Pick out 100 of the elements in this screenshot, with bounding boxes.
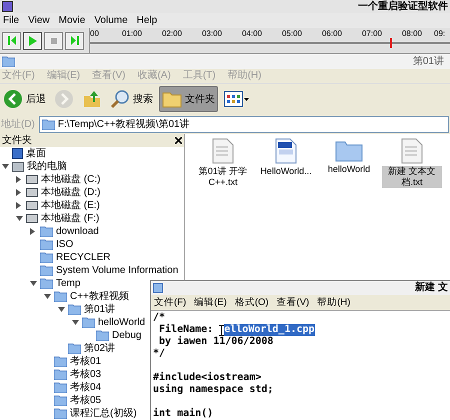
folder-icon bbox=[40, 226, 53, 237]
code-line: using namespace std; bbox=[153, 384, 274, 396]
tree-item[interactable]: 本地磁盘 (F:) bbox=[41, 214, 100, 224]
tree-item[interactable]: 我的电脑 bbox=[27, 162, 67, 172]
window-title: 第01讲 bbox=[412, 56, 444, 66]
drive-icon bbox=[26, 201, 38, 210]
time-tick-label: 06:00 bbox=[320, 30, 344, 38]
expanded-arrow-icon[interactable] bbox=[58, 307, 65, 312]
file-label[interactable]: helloWorld bbox=[326, 164, 372, 175]
text-file-icon bbox=[212, 138, 234, 164]
tree-item[interactable]: 第02讲 bbox=[84, 344, 116, 354]
time-tick-label: 02:00 bbox=[160, 30, 184, 38]
expanded-arrow-icon[interactable] bbox=[72, 320, 79, 325]
time-tick-label: 08:00 bbox=[400, 30, 424, 38]
folder-icon bbox=[54, 369, 67, 380]
address-field[interactable]: F:\Temp\C++教程视频\第01讲 bbox=[38, 116, 449, 132]
folder-icon bbox=[42, 118, 55, 130]
time-tick-label: 07:00 bbox=[360, 30, 384, 38]
skip-back-icon bbox=[8, 36, 16, 45]
menu-item[interactable]: 帮助(H) bbox=[317, 298, 350, 308]
desktop-icon bbox=[12, 148, 23, 159]
expanded-arrow-icon[interactable] bbox=[30, 281, 37, 286]
time-tick-label: 03:00 bbox=[200, 30, 224, 38]
tree-item[interactable]: 本地磁盘 (E:) bbox=[41, 200, 100, 210]
time-tick-label: 09: bbox=[433, 30, 446, 38]
tree-item[interactable]: 本地磁盘 (C:) bbox=[41, 174, 100, 184]
collapsed-arrow-icon[interactable] bbox=[30, 228, 35, 235]
playhead-marker[interactable] bbox=[390, 38, 392, 48]
folder-icon bbox=[40, 278, 53, 289]
menu-item[interactable]: 查看(V) bbox=[276, 298, 310, 308]
drive-icon bbox=[26, 175, 38, 184]
code-line: */ bbox=[153, 348, 166, 360]
folder-icon bbox=[40, 252, 53, 263]
menu-item[interactable]: 格式(O) bbox=[234, 298, 269, 308]
computer-icon bbox=[12, 162, 24, 172]
tree-item[interactable]: System Volume Information bbox=[56, 266, 178, 276]
stop-button[interactable] bbox=[44, 32, 63, 50]
expanded-arrow-icon[interactable] bbox=[2, 164, 9, 169]
folder-icon bbox=[54, 382, 67, 393]
folder-icon bbox=[54, 395, 67, 406]
tree-item[interactable]: 考核03 bbox=[70, 370, 102, 380]
code-line: int main() bbox=[153, 408, 214, 420]
file-label[interactable]: 第01讲 开学C++.txt bbox=[193, 166, 253, 188]
stop-icon bbox=[50, 38, 56, 44]
tree-item[interactable]: helloWorld bbox=[98, 318, 146, 328]
tree-item[interactable]: 桌面 bbox=[26, 148, 46, 158]
code-line: by iawen 11/06/2008 bbox=[158, 336, 274, 348]
app-icon bbox=[2, 1, 13, 12]
tree-item[interactable]: download bbox=[56, 226, 99, 236]
folder-icon bbox=[68, 343, 81, 354]
window-title: 一个重启验证型软件 bbox=[358, 2, 448, 12]
text-file-icon bbox=[401, 138, 423, 164]
tree-item[interactable]: 第01讲 bbox=[84, 304, 116, 314]
toolbar-button[interactable]: 文件夹 bbox=[159, 86, 218, 112]
time-tick-label: 05:00 bbox=[280, 30, 304, 38]
toolbar-button[interactable]: 搜索 bbox=[108, 86, 155, 112]
menu-item[interactable]: 编辑(E) bbox=[194, 298, 227, 308]
time-tick-label: 00 bbox=[90, 30, 100, 38]
folder-icon bbox=[2, 56, 15, 67]
folder-icon bbox=[162, 90, 182, 108]
tree-item[interactable]: 本地磁盘 (D:) bbox=[41, 188, 100, 198]
file-label[interactable]: HelloWorld... bbox=[259, 166, 313, 177]
tree-item[interactable]: 考核01 bbox=[70, 356, 102, 366]
toolbar-button[interactable]: 后退 bbox=[1, 86, 48, 112]
text-area[interactable]: /* FileName: elloWorld_1.cpp by iawen 11/06/2008 */ #include<iostream> using namespace std; int main() bbox=[151, 311, 450, 420]
folder-icon bbox=[54, 356, 67, 367]
tree-item[interactable]: 课程汇总(初级) bbox=[70, 408, 137, 418]
play-icon bbox=[28, 36, 36, 46]
menu-item[interactable]: View bbox=[28, 16, 50, 26]
folder-icon bbox=[96, 330, 109, 341]
tree-item[interactable]: Debug bbox=[112, 330, 142, 340]
file-label[interactable]: 新建 文本文档.txt bbox=[382, 166, 442, 188]
skip-forward-icon bbox=[70, 36, 78, 45]
close-icon[interactable] bbox=[175, 137, 182, 144]
menu-item[interactable]: Movie bbox=[58, 16, 86, 26]
code-line: /* bbox=[153, 312, 166, 324]
tree-item[interactable]: ISO bbox=[56, 240, 74, 250]
tree-item[interactable]: RECYCLER bbox=[56, 252, 110, 262]
tree-item[interactable]: C++教程视频 bbox=[70, 292, 129, 302]
search-icon bbox=[110, 89, 130, 109]
menu-item[interactable]: Volume bbox=[94, 16, 128, 26]
expanded-arrow-icon[interactable] bbox=[16, 216, 23, 221]
code-line: FileName: bbox=[158, 324, 214, 336]
menu-item[interactable]: Help bbox=[136, 16, 158, 26]
play-button[interactable] bbox=[23, 32, 42, 50]
tree-item[interactable]: Temp bbox=[56, 278, 80, 288]
skip-forward-button[interactable] bbox=[65, 32, 84, 50]
expanded-arrow-icon[interactable] bbox=[44, 294, 51, 299]
window-title: 新建 文 bbox=[415, 283, 448, 293]
tree-item[interactable]: 考核04 bbox=[70, 382, 102, 392]
tree-item[interactable]: 考核05 bbox=[70, 396, 102, 406]
folder-icon bbox=[54, 408, 67, 419]
code-line: #include<iostream> bbox=[153, 372, 262, 384]
menu-item[interactable]: File bbox=[3, 16, 20, 26]
pane-title: 文件夹 bbox=[2, 136, 32, 146]
drive-icon bbox=[26, 188, 38, 197]
menu-item[interactable]: 文件(F) bbox=[154, 298, 186, 308]
views-grid-icon bbox=[224, 91, 250, 107]
skip-back-button[interactable] bbox=[2, 32, 21, 50]
address-label: 地址(D) bbox=[1, 118, 35, 132]
